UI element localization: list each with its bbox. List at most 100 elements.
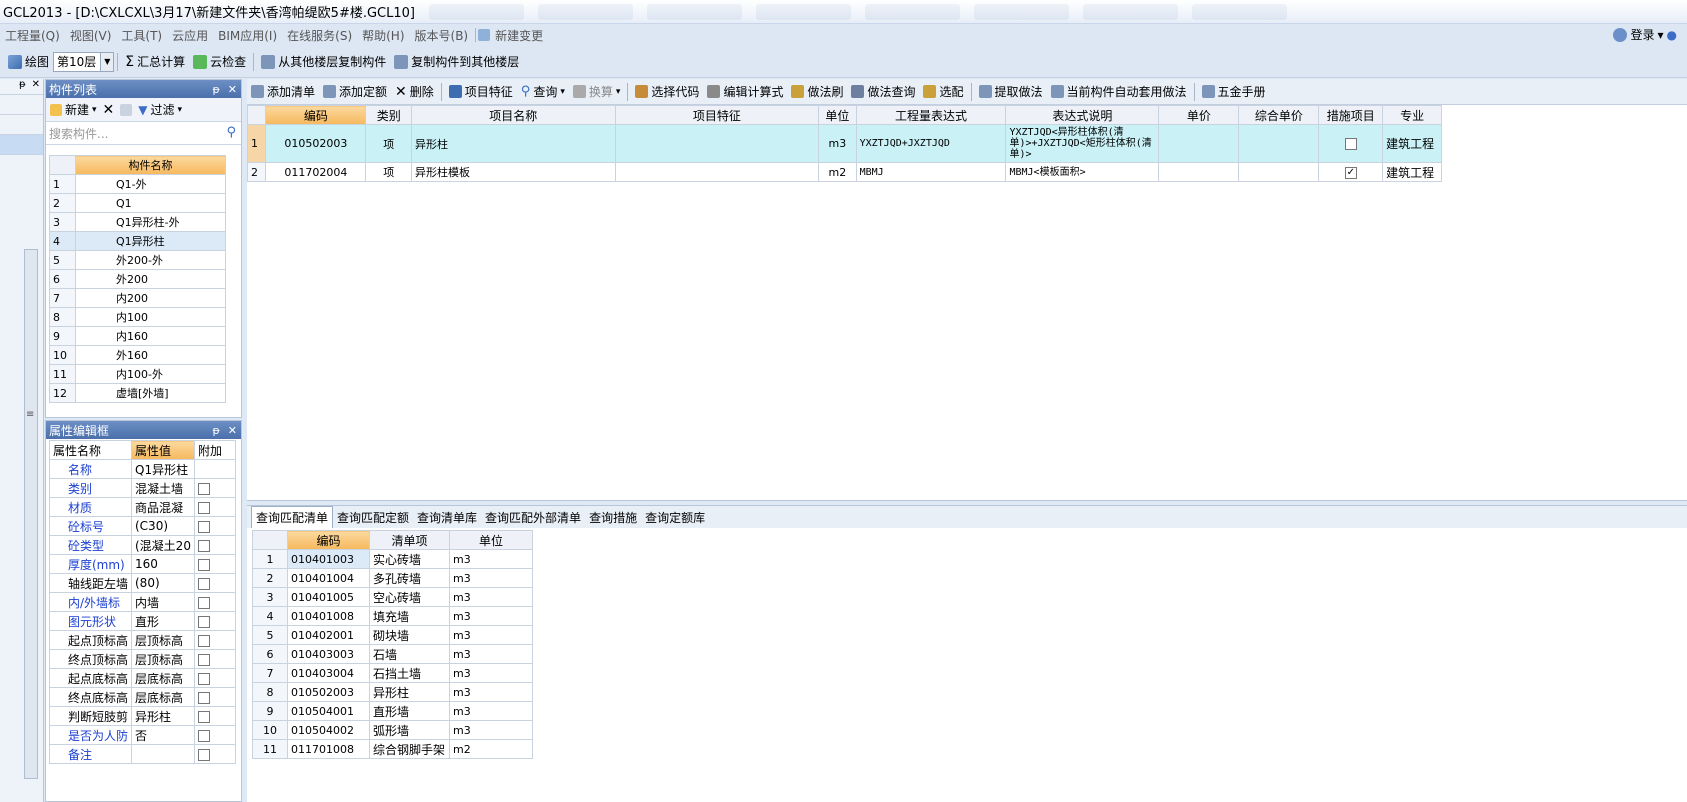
component-row[interactable]: 11 内100-外 <box>49 364 226 384</box>
draw-button[interactable]: 绘图 <box>0 53 53 70</box>
extra-checkbox[interactable] <box>198 520 210 533</box>
query-tab[interactable]: 查询匹配定额 <box>333 507 413 528</box>
property-value[interactable]: 否 <box>131 725 195 745</box>
pin-icon[interactable]: ᵽ <box>212 424 219 437</box>
help-icon[interactable]: ● <box>1667 28 1677 42</box>
query-result-row[interactable]: 4 010401008 填充墙 m3 <box>252 606 533 626</box>
method-brush-button[interactable]: 做法刷 <box>787 83 847 100</box>
component-row[interactable]: 8 内100 <box>49 307 226 327</box>
property-value[interactable]: 层底标高 <box>131 668 195 688</box>
query-result-row[interactable]: 9 010504001 直形墙 m3 <box>252 701 533 721</box>
column-header[interactable]: 编码 <box>265 105 367 125</box>
extra-checkbox[interactable] <box>198 634 210 647</box>
column-header[interactable]: 项目名称 <box>411 105 616 125</box>
query-button[interactable]: ⚲ 查询 ▾ <box>517 83 569 100</box>
result-name[interactable]: 直形墙 <box>369 701 450 721</box>
query-result-row[interactable]: 5 010402001 砌块墙 m3 <box>252 625 533 645</box>
property-value[interactable]: 层顶标高 <box>131 649 195 669</box>
result-name[interactable]: 空心砖墙 <box>369 587 450 607</box>
result-unit[interactable]: m3 <box>449 720 533 740</box>
property-row[interactable]: 备注 <box>49 744 236 764</box>
bill-unit[interactable]: m2 <box>818 162 857 182</box>
bill-code[interactable]: 011702004 <box>265 162 367 182</box>
chevron-down-icon[interactable]: ▼ <box>100 52 114 71</box>
property-row[interactable]: 砼标号 (C30) <box>49 516 236 536</box>
component-row[interactable]: 5 外200-外 <box>49 250 226 270</box>
component-row[interactable]: 1 Q1-外 <box>49 174 226 194</box>
property-row[interactable]: 内/外墙标 内墙 <box>49 592 236 612</box>
result-code[interactable]: 011701008 <box>287 739 370 759</box>
result-unit[interactable]: m3 <box>449 549 533 569</box>
property-value[interactable]: 异形柱 <box>131 706 195 726</box>
query-result-row[interactable]: 2 010401004 多孔砖墙 m3 <box>252 568 533 588</box>
bill-total-price[interactable] <box>1238 162 1320 182</box>
column-header[interactable]: 类别 <box>365 105 413 125</box>
add-quota-button[interactable]: 添加定额 <box>319 83 391 100</box>
menu-help[interactable]: 帮助(H) <box>357 27 409 44</box>
extra-checkbox[interactable] <box>198 615 210 628</box>
bill-row[interactable]: 1 010502003 项异形柱 m3 YXZTJQD+JXZTJQD YXZTJQD<异… <box>246 124 1442 163</box>
bill-type[interactable]: 项 <box>365 162 413 182</box>
select-config-button[interactable]: 选配 <box>919 83 967 100</box>
query-tab[interactable]: 查询匹配外部清单 <box>481 507 585 528</box>
pin-icon[interactable]: ᵽ <box>212 83 219 96</box>
result-unit[interactable]: m3 <box>449 568 533 588</box>
property-row[interactable]: 起点底标高 层底标高 <box>49 668 236 688</box>
column-header[interactable]: 清单项 <box>369 530 450 550</box>
property-value[interactable]: 内墙 <box>131 592 195 612</box>
property-row[interactable]: 终点底标高 层底标高 <box>49 687 236 707</box>
result-unit[interactable]: m3 <box>449 606 533 626</box>
property-row[interactable]: 判断短肢剪 异形柱 <box>49 706 236 726</box>
property-row[interactable]: 砼类型 (混凝土20 <box>49 535 236 555</box>
component-row[interactable]: 12 虚墙[外墙] <box>49 383 226 403</box>
bill-name[interactable]: 异形柱模板 <box>411 162 616 182</box>
bill-expression-desc[interactable]: MBMJ<模板面积> <box>1005 162 1160 182</box>
query-tab[interactable]: 查询匹配清单 <box>251 506 334 528</box>
result-name[interactable]: 石挡土墙 <box>369 663 450 683</box>
component-row[interactable]: 7 内200 <box>49 288 226 308</box>
column-header[interactable]: 项目特征 <box>614 105 820 125</box>
property-value[interactable]: 商品混凝 <box>131 497 195 517</box>
result-name[interactable]: 填充墙 <box>369 606 450 626</box>
bill-expression-desc[interactable]: YXZTJQD<异形柱体积(清单)>+JXZTJQD<矩形柱体积(清单)> <box>1005 124 1160 163</box>
column-header[interactable]: 单价 <box>1158 105 1240 125</box>
result-code[interactable]: 010402001 <box>287 625 370 645</box>
query-result-row[interactable]: 8 010502003 异形柱 m3 <box>252 682 533 702</box>
menu-tools[interactable]: 工具(T) <box>116 27 167 44</box>
property-value[interactable]: 层顶标高 <box>131 630 195 650</box>
result-name[interactable]: 弧形墙 <box>369 720 450 740</box>
result-unit[interactable]: m3 <box>449 663 533 683</box>
column-header[interactable]: 综合单价 <box>1238 105 1320 125</box>
convert-button[interactable]: 换算 ▾ <box>569 83 625 100</box>
extra-checkbox[interactable] <box>198 558 210 571</box>
component-row[interactable]: 3 Q1异形柱-外 <box>49 212 226 232</box>
result-code[interactable]: 010401008 <box>287 606 370 626</box>
property-value[interactable]: 直形 <box>131 611 195 631</box>
extra-checkbox[interactable] <box>198 729 210 742</box>
property-row[interactable]: 名称 Q1异形柱 <box>49 459 236 479</box>
method-query-button[interactable]: 做法查询 <box>847 83 919 100</box>
component-row[interactable]: 10 外160 <box>49 345 226 365</box>
hardware-manual-button[interactable]: 五金手册 <box>1198 83 1270 100</box>
result-unit[interactable]: m3 <box>449 682 533 702</box>
column-header[interactable]: 编码 <box>287 530 370 550</box>
component-search-input[interactable]: 搜索构件... ⚲ <box>46 121 241 145</box>
bill-type[interactable]: 项 <box>365 124 413 163</box>
property-value[interactable] <box>131 744 195 764</box>
bill-price[interactable] <box>1158 162 1240 182</box>
copy-to-floor-button[interactable]: 复制构件到其他楼层 <box>390 53 523 70</box>
property-value[interactable]: 层底标高 <box>131 687 195 707</box>
result-name[interactable]: 异形柱 <box>369 682 450 702</box>
property-row[interactable]: 终点顶标高 层顶标高 <box>49 649 236 669</box>
extra-checkbox[interactable] <box>198 539 210 552</box>
bill-row[interactable]: 2011702004项异形柱模板 m2MBMJMBMJ<模板面积> 建筑工程 <box>246 162 1442 182</box>
query-tab[interactable]: 查询措施 <box>585 507 641 528</box>
close-icon[interactable]: ✕ <box>32 79 40 94</box>
result-code[interactable]: 010403003 <box>287 644 370 664</box>
column-header[interactable]: 措施项目 <box>1318 105 1384 125</box>
query-result-row[interactable]: 3 010401005 空心砖墙 m3 <box>252 587 533 607</box>
extra-checkbox[interactable] <box>198 672 210 685</box>
filter-button[interactable]: ▼ 过滤 ▾ <box>138 101 182 118</box>
delete-icon[interactable]: ✕ <box>103 102 115 118</box>
result-name[interactable]: 石墙 <box>369 644 450 664</box>
